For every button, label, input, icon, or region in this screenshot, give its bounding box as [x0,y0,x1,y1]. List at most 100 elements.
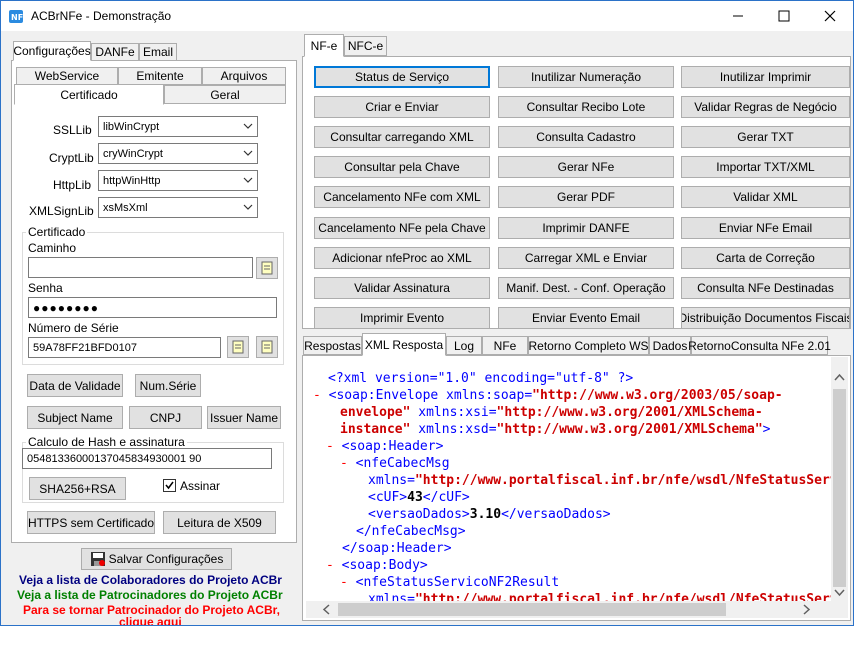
maximize-button[interactable] [761,1,807,31]
httplib-select[interactable]: httpWinHttp [98,170,258,191]
xmlsignlib-label: XMLSignLib [29,204,94,218]
xmlsignlib-select[interactable]: xsMsXml [98,197,258,218]
action-button[interactable]: Carta de Correção [681,247,850,269]
action-button[interactable]: Gerar NFe [498,156,674,178]
collapse-icon[interactable]: - [340,456,356,471]
action-button[interactable]: Imprimir Evento [314,307,490,329]
save-icon [90,552,105,566]
certificado-group-title: Certificado [26,225,88,239]
xml-line: <cUF>43</cUF> [368,490,470,505]
action-button[interactable]: Enviar NFe Email [681,217,850,239]
scroll-left-icon[interactable] [318,601,335,618]
assinar-checkbox[interactable] [163,479,176,492]
action-button[interactable]: Validar Assinatura [314,277,490,299]
action-button[interactable]: Importar TXT/XML [681,156,850,178]
tab-geral[interactable]: Geral [164,85,286,104]
tab-nfe[interactable]: NF-e [304,34,344,57]
action-button[interactable]: Criar e Enviar [314,96,490,118]
chevron-down-icon [243,150,253,156]
patrocinadores-link[interactable]: Veja a lista de Patrocinadores do Projet… [17,588,283,602]
clique-aqui-link[interactable]: clique aqui [119,615,182,625]
salvar-configuracoes-label: Salvar Configurações [108,552,224,566]
scroll-thumb-h[interactable] [338,603,726,616]
title-bar[interactable]: NF ACBrNFe - Demonstração [1,1,853,31]
collapse-icon[interactable]: - [340,575,356,590]
collapse-icon[interactable]: - [326,439,342,454]
action-button[interactable]: Gerar PDF [498,186,674,208]
tab-retorno-consulta[interactable]: RetornoConsulta NFe 2.01 [688,336,831,355]
scroll-up-icon[interactable] [831,369,848,386]
action-button[interactable]: Status de Serviço [314,66,490,88]
action-button[interactable]: Gerar TXT [681,126,850,148]
tab-nfce[interactable]: NFC-e [344,36,387,56]
action-button[interactable]: Validar Regras de Negócio [681,96,850,118]
tab-configuracoes[interactable]: Configurações [13,41,91,61]
colaboradores-link[interactable]: Veja a lista de Colaboradores do Projeto… [19,573,282,587]
action-button[interactable]: Inutilizar Imprimir [681,66,850,88]
cryptlib-select[interactable]: cryWinCrypt [98,143,258,164]
tab-log[interactable]: Log [446,336,482,355]
https-sem-certificado-button[interactable]: HTTPS sem Certificado [27,511,155,534]
senha-input[interactable]: ●●●●●●●● [28,297,277,318]
minimize-button[interactable] [715,1,761,31]
tab-webservice[interactable]: WebService [16,67,118,85]
app-icon: NF [9,8,25,24]
xml-horizontal-scrollbar[interactable] [306,601,848,618]
issuer-name-button[interactable]: Issuer Name [207,406,281,429]
tab-emitente[interactable]: Emitente [118,67,202,85]
tab-danfe[interactable]: DANFe [91,43,139,61]
num-serie-button[interactable]: Num.Série [135,374,201,397]
xml-line: - <soap:Header> [326,439,444,454]
scroll-right-icon[interactable] [798,601,815,618]
action-button[interactable]: Consulta Cadastro [498,126,674,148]
action-button[interactable]: Consulta NFe Destinadas [681,277,850,299]
collapse-icon[interactable]: - [326,558,342,573]
ssllib-select[interactable]: libWinCrypt [98,116,258,137]
cnpj-button[interactable]: CNPJ [129,406,202,429]
hash-input[interactable]: 05481336000137045834930001 90 [22,448,272,469]
browse-caminho-button[interactable] [256,257,278,279]
select-serie-button[interactable] [227,336,249,358]
tab-arquivos[interactable]: Arquivos [202,67,286,85]
sha256-rsa-button[interactable]: SHA256+RSA [29,477,126,500]
tab-email[interactable]: Email [139,43,177,61]
tab-certificado[interactable]: Certificado [14,84,164,105]
scroll-thumb[interactable] [833,389,846,587]
xml-line: </nfeCabecMsg> [356,524,466,539]
collapse-icon[interactable]: - [313,388,329,403]
leitura-x509-button[interactable]: Leitura de X509 [163,511,276,534]
action-button[interactable]: Manif. Dest. - Conf. Operação [498,277,674,299]
tab-xml-resposta[interactable]: XML Resposta [362,333,446,356]
action-button[interactable]: Validar XML [681,186,850,208]
tab-nfe-result[interactable]: NFe [482,336,528,355]
hash-group-title: Calculo de Hash e assinatura [26,435,187,449]
action-button[interactable]: Adicionar nfeProc ao XML [314,247,490,269]
salvar-configuracoes-button[interactable]: Salvar Configurações [81,548,232,570]
xml-viewer[interactable]: <?xml version="1.0" encoding="utf-8" ?> … [306,357,831,601]
xml-line: - <nfeCabecMsg [340,456,450,471]
xml-line: xmlns="http://www.portalfiscal.inf.br/nf… [368,592,831,601]
tab-dados[interactable]: Dados [649,336,691,355]
action-button[interactable]: Cancelamento NFe com XML [314,186,490,208]
tab-retorno-completo[interactable]: Retorno Completo WS [528,336,649,355]
action-button[interactable]: Carregar XML e Enviar [498,247,674,269]
serie-input[interactable]: 59A78FF21BFD0107 [28,337,221,358]
xml-vertical-scrollbar[interactable] [831,357,848,601]
action-button[interactable]: Inutilizar Numeração [498,66,674,88]
action-button[interactable]: Consultar Recibo Lote [498,96,674,118]
tab-respostas[interactable]: Respostas [303,336,362,355]
close-button[interactable] [807,1,853,31]
action-button[interactable]: Imprimir DANFE [498,217,674,239]
document-icon [261,340,273,354]
subject-name-button[interactable]: Subject Name [27,406,123,429]
svg-text:NF: NF [11,13,23,22]
action-button[interactable]: Consultar pela Chave [314,156,490,178]
action-button[interactable]: Enviar Evento Email [498,307,674,329]
action-button[interactable]: Consultar carregando XML [314,126,490,148]
action-button[interactable]: Cancelamento NFe pela Chave [314,217,490,239]
action-button[interactable]: Distribuição Documentos Fiscais [681,307,850,329]
caminho-input[interactable] [28,257,253,278]
data-validade-button[interactable]: Data de Validade [27,374,123,397]
scroll-down-icon[interactable] [831,584,848,601]
select-serie-button-2[interactable] [256,336,278,358]
